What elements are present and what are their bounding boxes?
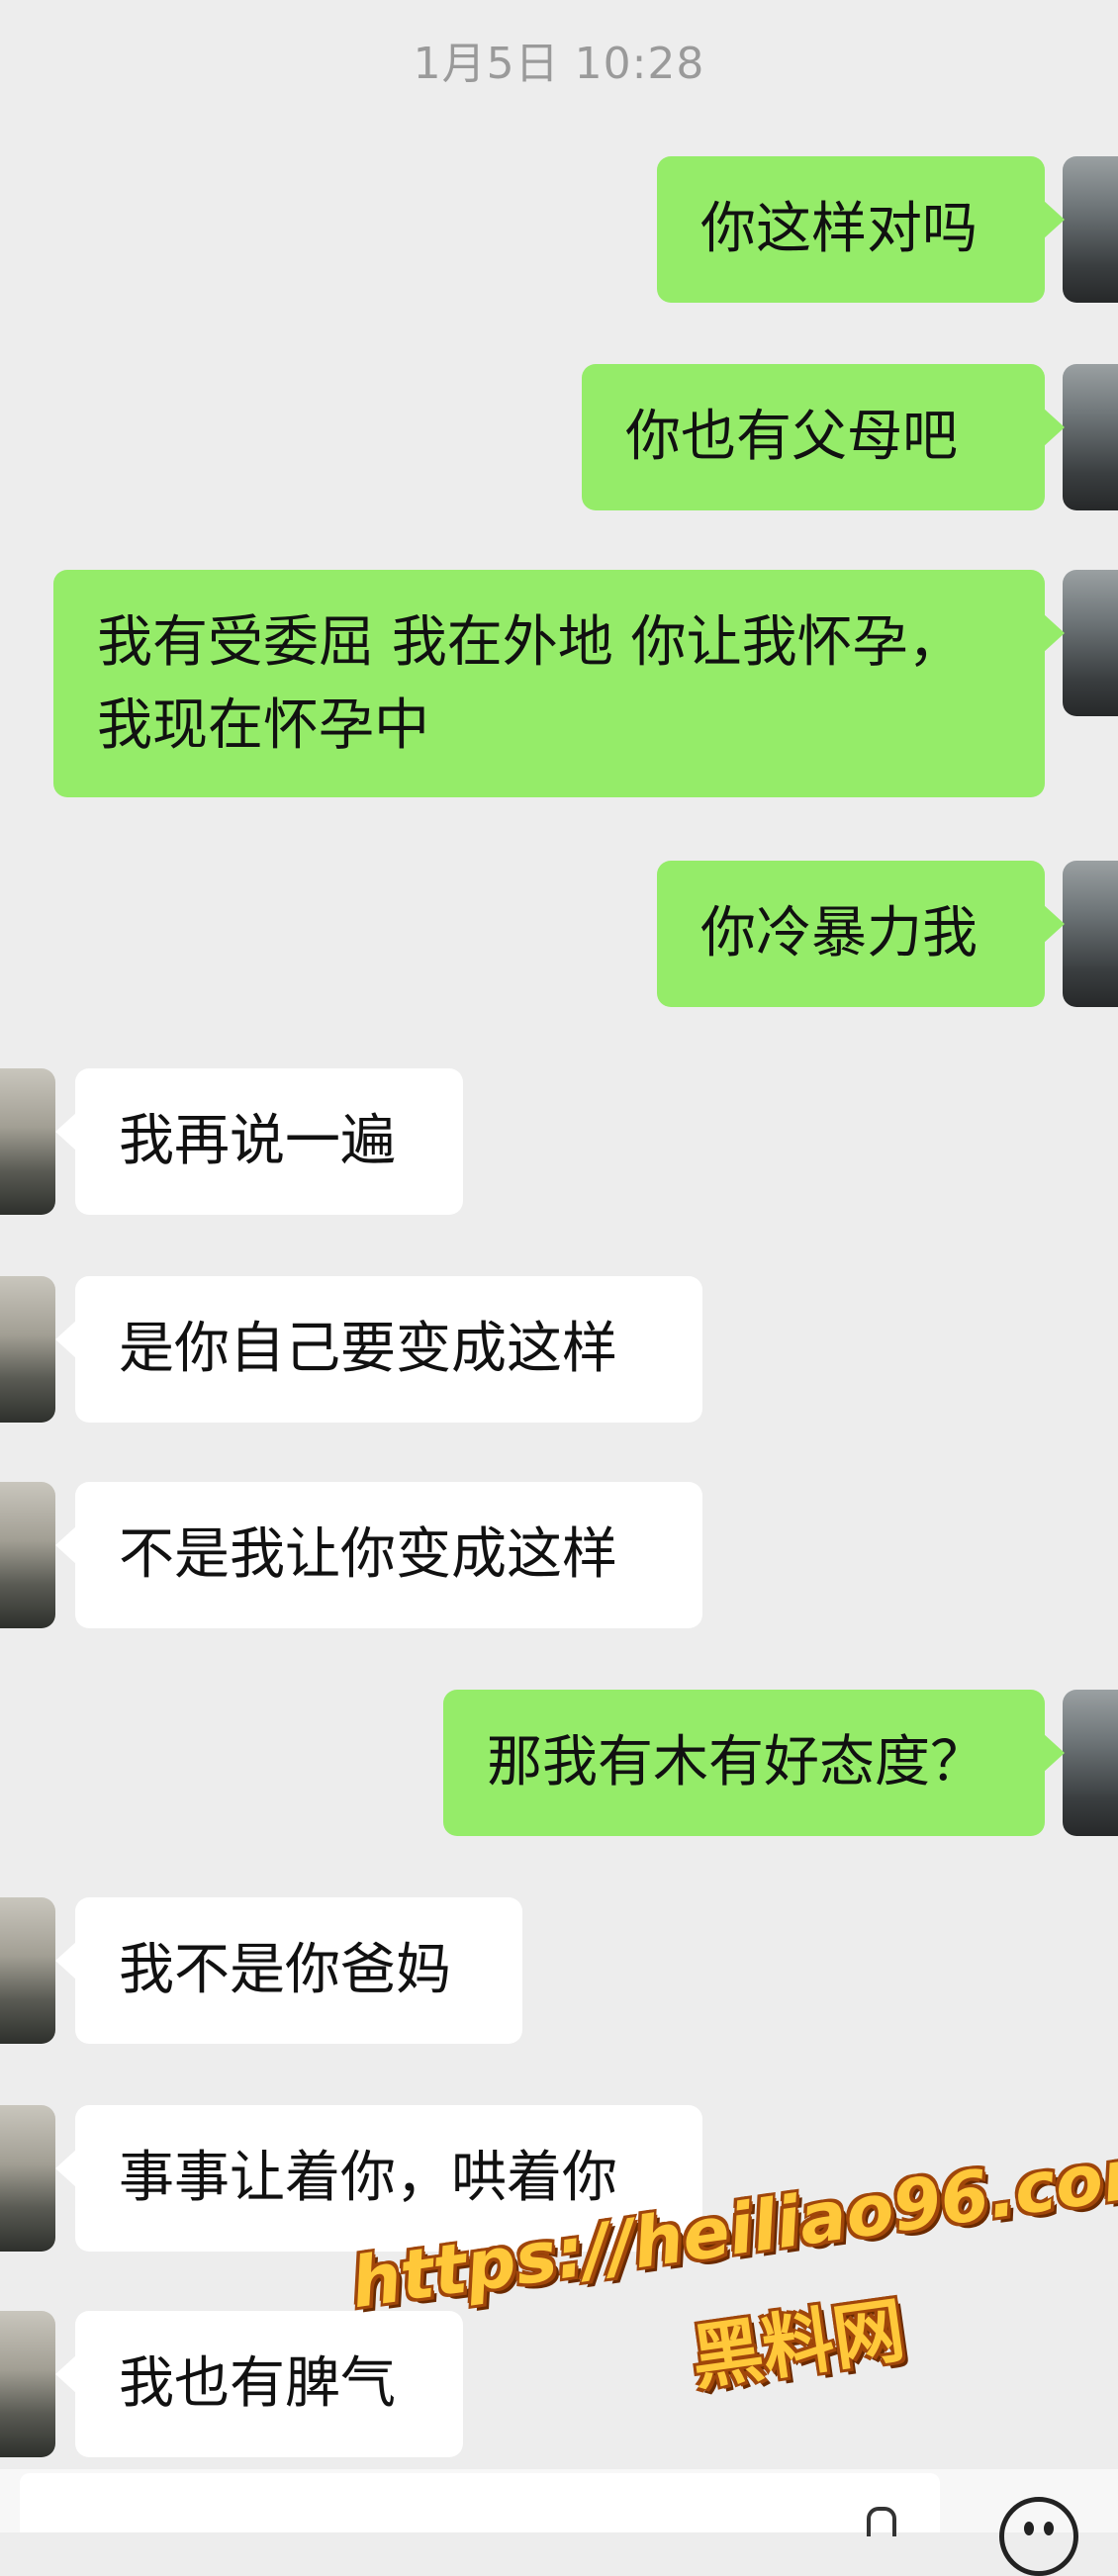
message-bubble[interactable]: 你这样对吗 bbox=[657, 156, 1065, 303]
message-bubble[interactable]: 我再说一遍 bbox=[55, 1068, 463, 1215]
contact-avatar[interactable] bbox=[0, 1897, 55, 2044]
contact-avatar[interactable] bbox=[0, 2105, 55, 2252]
contact-avatar[interactable] bbox=[0, 1482, 55, 1628]
message-bubble[interactable]: 我不是你爸妈 bbox=[55, 1897, 522, 2044]
message-bubble[interactable]: 不是我让你变成这样 bbox=[55, 1482, 702, 1628]
my-avatar[interactable] bbox=[1063, 156, 1118, 303]
my-avatar[interactable] bbox=[1063, 364, 1118, 510]
message-bubble[interactable]: 你也有父母吧 bbox=[582, 364, 1065, 510]
message-input[interactable] bbox=[20, 2473, 940, 2532]
contact-avatar[interactable] bbox=[0, 2311, 55, 2457]
my-avatar[interactable] bbox=[1063, 570, 1118, 716]
message-bubble[interactable]: 是你自己要变成这样 bbox=[55, 1276, 702, 1423]
my-avatar[interactable] bbox=[1063, 1690, 1118, 1836]
watermark-site-name: 黑料网 bbox=[686, 2287, 910, 2401]
contact-avatar[interactable] bbox=[0, 1068, 55, 1215]
contact-avatar[interactable] bbox=[0, 1276, 55, 1423]
message-bubble[interactable]: 你冷暴力我 bbox=[657, 861, 1065, 1007]
emoji-icon[interactable] bbox=[999, 2497, 1078, 2576]
my-avatar[interactable] bbox=[1063, 861, 1118, 1007]
message-bubble[interactable]: 我有受委屈 我在外地 你让我怀孕， 我现在怀孕中 bbox=[53, 570, 1065, 797]
chat-timestamp: 1月5日 10:28 bbox=[413, 39, 705, 89]
message-bubble[interactable]: 那我有木有好态度？ bbox=[443, 1690, 1065, 1836]
